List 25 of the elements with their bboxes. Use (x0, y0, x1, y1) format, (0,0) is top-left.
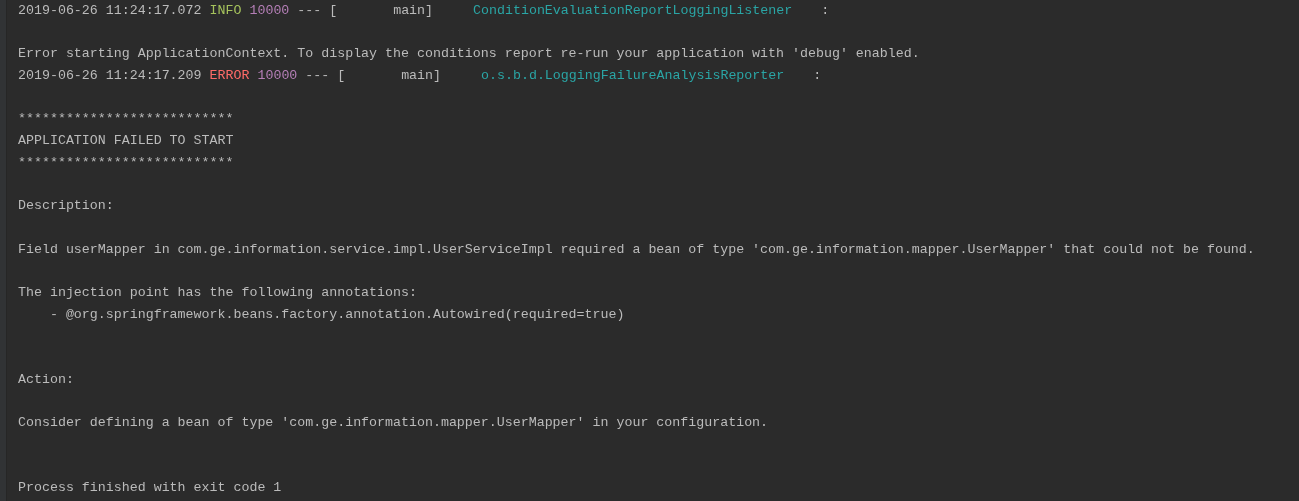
log-timestamp: 2019-06-26 11:24:17.209 (18, 68, 202, 84)
console-line: Field userMapper in com.ge.information.service.impl.UserServiceImpl required a bean of type 'com.ge.information.mapper.UserMapper' that could not be found. (18, 241, 1255, 257)
console-line: - @org.springframework.beans.factory.annotation.Autowired(required=true) (48, 306, 625, 322)
thread-name: [ main] (329, 3, 434, 18)
console-line: Error starting ApplicationContext. To display the conditions report re-run your application with 'debug' enabled. (18, 46, 920, 62)
console-line: APPLICATION FAILED TO START (18, 133, 234, 149)
process-id: 10000 (249, 3, 290, 18)
log-level: INFO (209, 3, 242, 18)
thread-name: [ main] (337, 68, 442, 84)
console-line: Consider defining a bean of type 'com.ge.information.mapper.UserMapper' in your configuration. (18, 415, 769, 431)
log-level: ERROR (209, 68, 250, 84)
process-id: 10000 (257, 68, 298, 84)
console-line: *************************** (18, 111, 234, 127)
logger-name: o.s.b.d.LoggingFailureAnalysisReporter (481, 68, 785, 84)
console-line: Action: (18, 371, 74, 387)
logger-name: ConditionEvaluationReportLoggingListener (473, 3, 793, 18)
log-separator: --- (305, 68, 330, 84)
log-timestamp: 2019-06-26 11:24:17.072 (18, 3, 202, 18)
log-separator: --- (297, 3, 322, 18)
log-colon: : (821, 3, 830, 18)
console-line: Process finished with exit code 1 (18, 480, 282, 496)
console-line: Description: (18, 198, 114, 214)
log-colon: : (813, 68, 822, 84)
console-line: *************************** (18, 154, 234, 170)
console-line: The injection point has the following annotations: (18, 284, 417, 300)
